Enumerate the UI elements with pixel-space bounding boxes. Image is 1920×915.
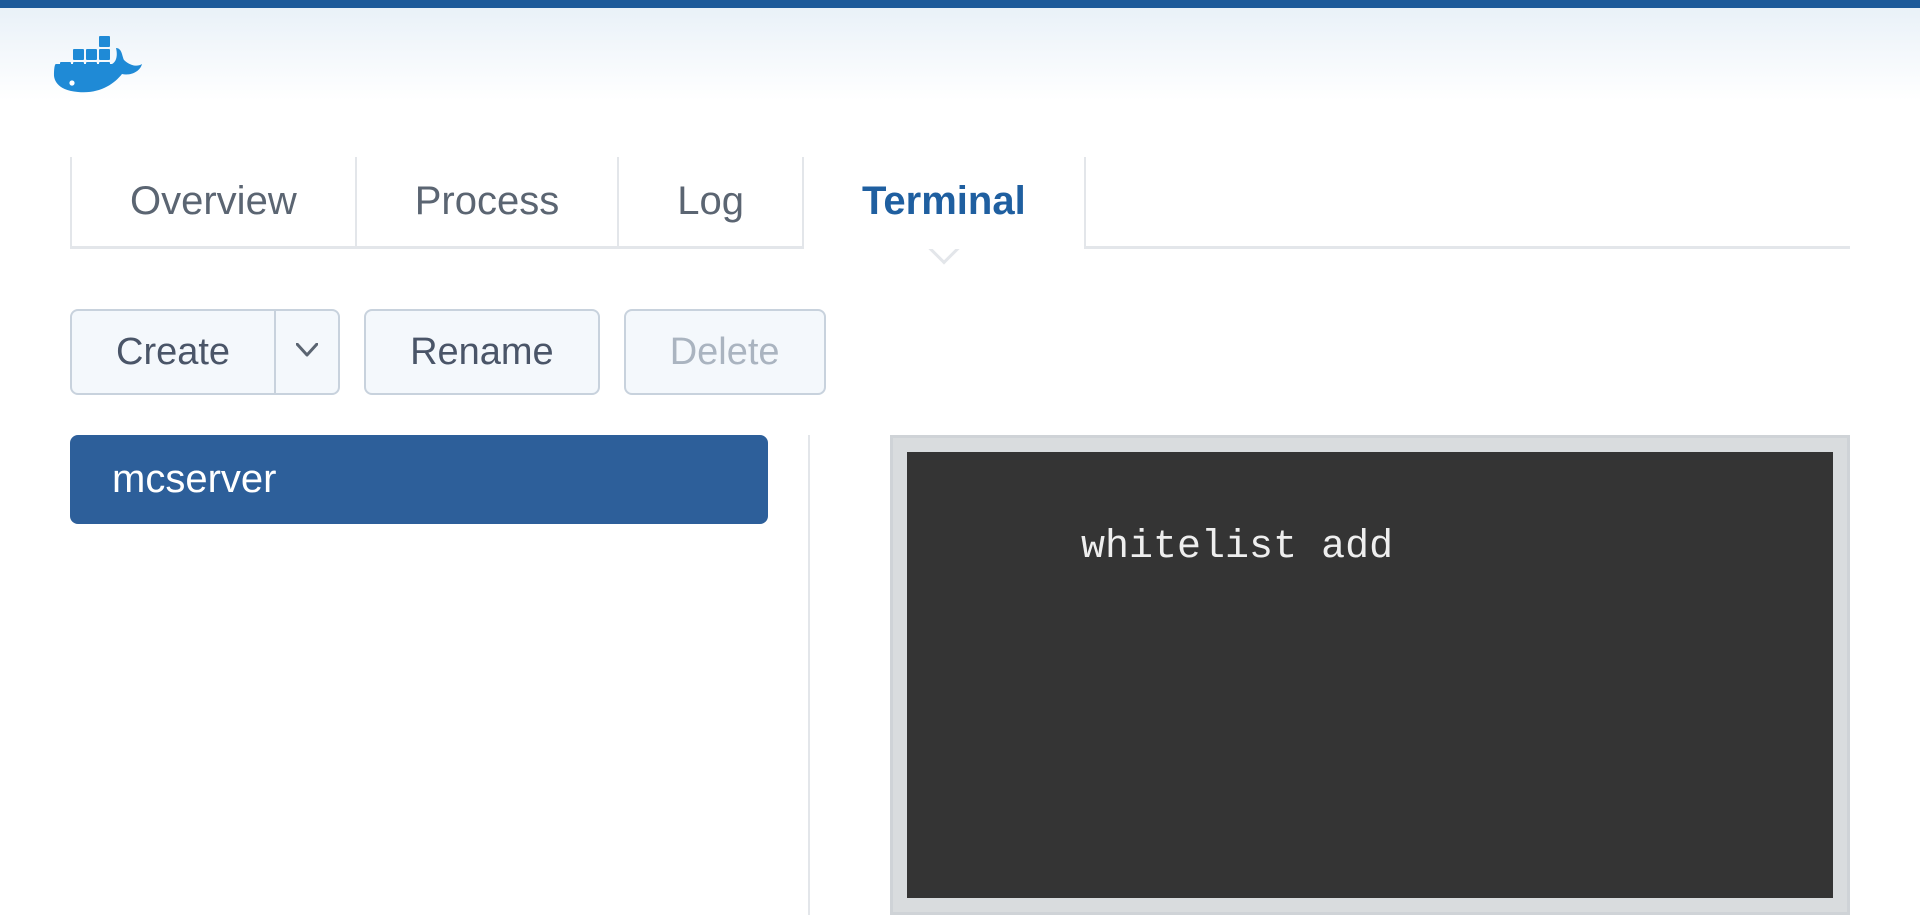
tab-label: Process <box>415 179 560 224</box>
tab-overview[interactable]: Overview <box>70 157 355 246</box>
button-label: Rename <box>410 331 554 374</box>
create-dropdown-toggle[interactable] <box>274 311 338 393</box>
toolbar: Create Rename Delete <box>70 309 1850 395</box>
tab-process[interactable]: Process <box>355 157 618 246</box>
create-button[interactable]: Create <box>72 311 274 393</box>
terminal-frame: whitelist add <box>890 435 1850 915</box>
header-area <box>0 8 1920 117</box>
active-tab-notch <box>928 233 959 264</box>
button-label: Delete <box>670 331 780 374</box>
chevron-down-icon <box>296 343 318 362</box>
create-button-group: Create <box>70 309 340 395</box>
content-area: mcserver whitelist add <box>70 435 1850 915</box>
terminal-output[interactable]: whitelist add <box>907 452 1833 898</box>
terminal-list-item[interactable]: mcserver <box>70 435 768 524</box>
list-item-label: mcserver <box>112 457 276 501</box>
button-label: Create <box>116 331 230 374</box>
tab-label: Terminal <box>862 179 1026 224</box>
delete-button[interactable]: Delete <box>624 309 826 395</box>
window-top-border <box>0 0 1920 8</box>
docker-logo <box>50 34 146 107</box>
tab-log[interactable]: Log <box>617 157 802 246</box>
terminal-list-sidebar: mcserver <box>70 435 810 915</box>
terminal-text: whitelist add <box>1081 525 1393 570</box>
tab-label: Log <box>677 179 744 224</box>
tab-terminal[interactable]: Terminal <box>802 157 1086 246</box>
rename-button[interactable]: Rename <box>364 309 600 395</box>
tab-label: Overview <box>130 179 297 224</box>
tab-bar: Overview Process Log Terminal <box>70 157 1850 249</box>
